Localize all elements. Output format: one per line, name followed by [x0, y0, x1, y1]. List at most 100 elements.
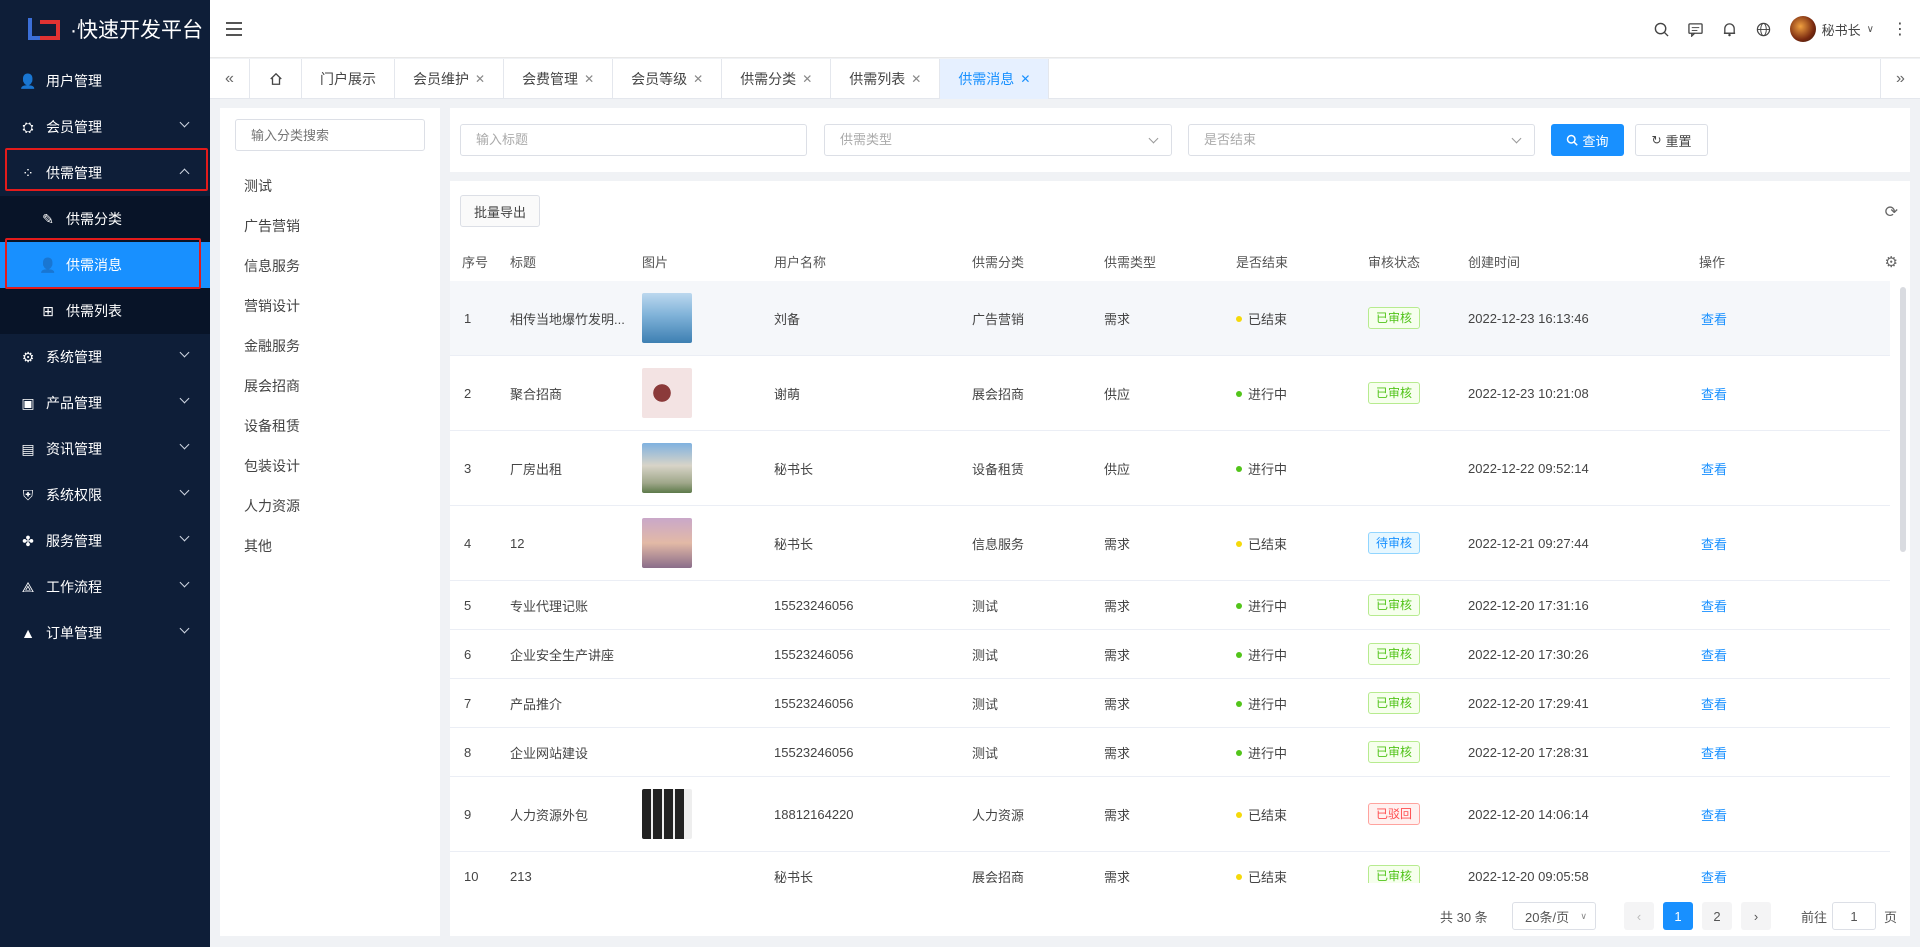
- sidebar-subitem-3[interactable]: ⊞ 供需列表: [0, 288, 210, 334]
- row-user: 谢萌: [774, 386, 801, 402]
- prev-page-button[interactable]: ‹: [1624, 902, 1654, 930]
- row-thumbnail[interactable]: [642, 789, 692, 839]
- category-search-input[interactable]: [235, 119, 425, 151]
- sidebar-item-8[interactable]: ✤ 服务管理: [0, 518, 210, 564]
- table-row[interactable]: 8 企业网站建设 15523246056 测试 需求 进行中 已审核 2022-12-20 1…: [450, 728, 1890, 777]
- tab-6[interactable]: 供需列表 ✕: [831, 59, 941, 99]
- tab-label: 供需消息: [958, 71, 1015, 87]
- menu-toggle-icon[interactable]: [226, 22, 242, 36]
- view-link[interactable]: 查看: [1701, 645, 1727, 664]
- view-link[interactable]: 查看: [1701, 805, 1727, 824]
- type-filter-select[interactable]: 供需类型: [824, 124, 1172, 156]
- sidebar-item-9[interactable]: ⟁ 工作流程: [0, 564, 210, 610]
- page-size-value: 20条/页: [1525, 909, 1570, 925]
- sidebar-item-2[interactable]: ⛭ 会员管理: [0, 104, 210, 150]
- row-category: 测试: [972, 696, 999, 712]
- view-link[interactable]: 查看: [1701, 309, 1727, 328]
- row-thumbnail[interactable]: [642, 518, 692, 568]
- category-item[interactable]: 其他: [244, 538, 300, 578]
- tabs-scroll-left-icon[interactable]: «: [210, 59, 250, 99]
- close-icon[interactable]: ✕: [693, 72, 703, 86]
- sidebar-item-1[interactable]: 👤 用户管理: [0, 58, 210, 104]
- reset-button[interactable]: ↻ 重置: [1635, 124, 1708, 156]
- table-row[interactable]: 7 产品推介 15523246056 测试 需求 进行中 已审核 2022-12-20 17:…: [450, 679, 1890, 728]
- category-item[interactable]: 人力资源: [244, 498, 300, 538]
- category-item[interactable]: 广告营销: [244, 218, 300, 258]
- audit-status-badge: 待审核: [1368, 532, 1421, 554]
- row-finished-status: 进行中: [1236, 459, 1287, 478]
- category-item[interactable]: 包装设计: [244, 458, 300, 498]
- view-link[interactable]: 查看: [1701, 596, 1727, 615]
- bell-icon[interactable]: [1722, 21, 1738, 37]
- tab-5[interactable]: 供需分类 ✕: [722, 59, 832, 99]
- audit-status-badge: 已审核: [1368, 643, 1421, 665]
- search-icon[interactable]: [1654, 21, 1670, 37]
- row-finished-label: 已结束: [1248, 869, 1288, 884]
- sidebar-subitem-1[interactable]: ✎ 供需分类: [0, 196, 210, 242]
- row-thumbnail[interactable]: [642, 443, 692, 493]
- category-item[interactable]: 测试: [244, 178, 300, 218]
- sidebar-item-7[interactable]: ⛨ 系统权限: [0, 472, 210, 518]
- page-1-button[interactable]: 1: [1663, 902, 1693, 930]
- next-page-button[interactable]: ›: [1741, 902, 1771, 930]
- row-finished-label: 进行中: [1248, 461, 1288, 477]
- table-row[interactable]: 3 厂房出租 秘书长 设备租赁 供应 进行中 2022-12-22 09:52:14 查看: [450, 431, 1890, 506]
- view-link[interactable]: 查看: [1701, 384, 1727, 403]
- goto-suffix: 页: [1884, 909, 1898, 925]
- status-dot-icon: [1236, 466, 1242, 473]
- sidebar-item-6[interactable]: ▤ 资讯管理: [0, 426, 210, 472]
- table-row[interactable]: 2 聚合招商 谢萌 展会招商 供应 进行中 已审核 2022-12-23 10:21:08 查看: [450, 356, 1890, 431]
- app-logo[interactable]: ·快速开发平台: [0, 0, 210, 58]
- tabs-scroll-right-icon[interactable]: »: [1880, 59, 1920, 99]
- sidebar-item-5[interactable]: ▣ 产品管理: [0, 380, 210, 426]
- tab-3[interactable]: 会费管理 ✕: [504, 59, 614, 99]
- close-icon[interactable]: ✕: [584, 72, 594, 86]
- category-item[interactable]: 营销设计: [244, 298, 300, 338]
- chevron-down-icon: [179, 577, 190, 588]
- table-row[interactable]: 10 213 秘书长 展会招商 需求 已结束 已审核 2022-12-20 09:05:58 查…: [450, 852, 1890, 883]
- row-thumbnail[interactable]: [642, 293, 692, 343]
- category-item[interactable]: 设备租赁: [244, 418, 300, 458]
- category-item[interactable]: 信息服务: [244, 258, 300, 298]
- user-menu[interactable]: 秘书长 ∨: [1789, 16, 1874, 42]
- view-link[interactable]: 查看: [1701, 459, 1727, 478]
- close-icon[interactable]: ✕: [911, 72, 921, 86]
- row-user: 15523246056: [774, 646, 854, 662]
- tab-home[interactable]: [250, 59, 302, 99]
- close-icon[interactable]: ✕: [1020, 72, 1030, 86]
- view-link[interactable]: 查看: [1701, 534, 1727, 553]
- view-link[interactable]: 查看: [1701, 694, 1727, 713]
- close-icon[interactable]: ✕: [802, 72, 812, 86]
- message-icon[interactable]: [1688, 21, 1704, 37]
- user-icon: 👤: [19, 72, 37, 89]
- globe-icon[interactable]: [1756, 21, 1772, 37]
- row-user: 刘备: [774, 311, 801, 327]
- sidebar-item-10[interactable]: ▲ 订单管理: [0, 610, 210, 656]
- sidebar-item-4[interactable]: ⚙ 系统管理: [0, 334, 210, 380]
- table-row[interactable]: 4 12 秘书长 信息服务 需求 已结束 待审核 2022-12-21 09:27:44 查看: [450, 506, 1890, 581]
- more-vertical-icon[interactable]: ⋮: [1892, 19, 1908, 39]
- row-finished-label: 已结束: [1248, 807, 1288, 823]
- page-size-select[interactable]: 20条/页 ∨: [1512, 902, 1596, 930]
- tab-7[interactable]: 供需消息 ✕: [940, 59, 1050, 99]
- close-icon[interactable]: ✕: [475, 72, 485, 86]
- table-row[interactable]: 9 人力资源外包 18812164220 人力资源 需求 已结束 已驳回 2022-12-20…: [450, 777, 1890, 852]
- table-row[interactable]: 6 企业安全生产讲座 15523246056 测试 需求 进行中 已审核 2022-12-20…: [450, 630, 1890, 679]
- view-link[interactable]: 查看: [1701, 743, 1727, 762]
- goto-page-input[interactable]: 1: [1832, 902, 1876, 930]
- tab-1[interactable]: 门户展示: [302, 59, 395, 99]
- status-dot-icon: [1236, 812, 1242, 819]
- category-item[interactable]: 金融服务: [244, 338, 300, 378]
- row-thumbnail[interactable]: [642, 368, 692, 418]
- finished-filter-select[interactable]: 是否结束: [1188, 124, 1535, 156]
- title-filter-input[interactable]: 输入标题: [460, 124, 807, 156]
- table-row[interactable]: 5 专业代理记账 15523246056 测试 需求 进行中 已审核 2022-12-20 1…: [450, 581, 1890, 630]
- search-button[interactable]: 查询: [1551, 124, 1624, 156]
- category-item[interactable]: 展会招商: [244, 378, 300, 418]
- page-2-button[interactable]: 2: [1702, 902, 1732, 930]
- tab-2[interactable]: 会员维护 ✕: [395, 59, 505, 99]
- view-link[interactable]: 查看: [1701, 867, 1727, 884]
- table-row[interactable]: 1 相传当地爆竹发明... 刘备 广告营销 需求 已结束 已审核 2022-12-23 16:…: [450, 281, 1890, 356]
- tab-4[interactable]: 会员等级 ✕: [613, 59, 723, 99]
- table-scrollbar[interactable]: [1900, 287, 1906, 552]
